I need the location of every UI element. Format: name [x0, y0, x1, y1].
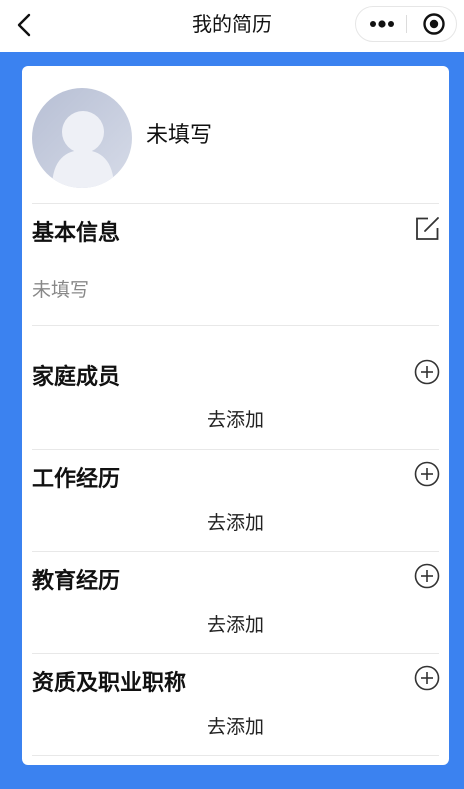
divider	[32, 203, 439, 204]
capsule-divider	[406, 15, 407, 33]
add-circle-icon[interactable]	[414, 665, 440, 691]
add-circle-icon[interactable]	[414, 563, 440, 589]
qualification-add-link[interactable]: 去添加	[22, 714, 449, 740]
divider	[32, 449, 439, 450]
basic-info-title: 基本信息	[32, 221, 121, 246]
work-add-link[interactable]: 去添加	[22, 510, 449, 536]
divider	[32, 653, 439, 654]
education-title: 教育经历	[32, 569, 121, 594]
profile-name: 未填写	[146, 123, 213, 148]
mini-program-capsule	[355, 6, 457, 42]
edit-icon[interactable]	[414, 216, 440, 242]
add-circle-icon[interactable]	[414, 461, 440, 487]
default-avatar-icon[interactable]	[32, 88, 132, 188]
navigation-bar: 我的简历	[0, 0, 464, 52]
qualification-title: 资质及职业职称	[32, 671, 187, 696]
more-dots-icon[interactable]	[366, 13, 398, 35]
education-add-link[interactable]: 去添加	[22, 612, 449, 638]
basic-info-value: 未填写	[32, 279, 90, 301]
add-circle-icon[interactable]	[414, 359, 440, 385]
divider	[32, 325, 439, 326]
divider	[32, 755, 439, 756]
target-circle-icon[interactable]	[422, 12, 446, 36]
resume-card: 未填写 基本信息 未填写 家庭成员 去添加 工作经历 去添加 教育经历 去添加 …	[22, 66, 449, 765]
work-experience-title: 工作经历	[32, 467, 121, 492]
divider	[32, 551, 439, 552]
family-members-title: 家庭成员	[32, 365, 121, 390]
family-add-link[interactable]: 去添加	[22, 407, 449, 433]
